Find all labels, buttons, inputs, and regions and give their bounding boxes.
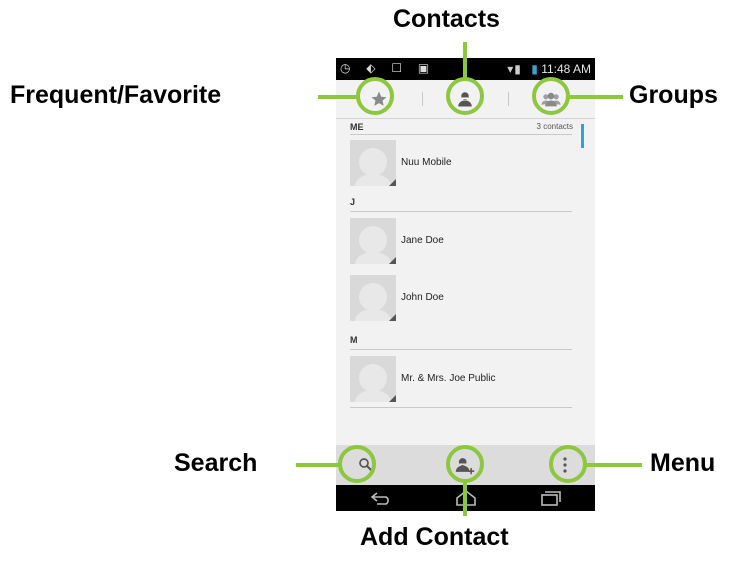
highlight-ring [549, 445, 587, 483]
recent-apps-button[interactable] [526, 485, 576, 511]
contacts-count: 3 contacts [536, 122, 573, 131]
contacts-list[interactable]: ME 3 contacts Nuu Mobile J Jane Doe John… [336, 119, 595, 444]
avatar [350, 140, 396, 186]
list-item[interactable]: Jane Doe [350, 218, 572, 268]
battery-icon: ▮ [531, 62, 538, 76]
section-header: M [350, 335, 358, 345]
signal-icon: ▾▮ [507, 62, 522, 76]
callout-contacts: Contacts [393, 5, 500, 33]
avatar [350, 275, 396, 321]
back-icon [370, 492, 389, 505]
contact-name: John Doe [401, 292, 444, 303]
list-item[interactable]: Nuu Mobile [350, 140, 572, 190]
list-item[interactable]: Mr. & Mrs. Joe Public [350, 356, 572, 406]
back-button[interactable] [356, 485, 406, 511]
callout-menu: Menu [650, 449, 716, 477]
connector-line [296, 463, 339, 467]
callout-search: Search [174, 449, 258, 477]
list-item[interactable]: John Doe [350, 275, 572, 325]
status-notification-icons: ◷ ⬖ ☐ ▣ [340, 61, 436, 75]
callout-groups: Groups [629, 81, 718, 109]
section-divider [350, 134, 572, 135]
highlight-ring [338, 445, 376, 483]
connector-line [586, 463, 642, 467]
recent-apps-icon [541, 491, 561, 506]
status-time: 11:48 AM [541, 62, 591, 76]
phone-screen: ◷ ⬖ ☐ ▣ ▾▮ ▮ 11:48 AM ME 3 contacts Nuu … [336, 58, 595, 511]
highlight-ring [446, 77, 484, 115]
section-divider [350, 211, 572, 212]
status-right: ▾▮ ▮ 11:48 AM [507, 62, 591, 76]
section-header: J [350, 197, 356, 207]
list-divider [350, 407, 572, 408]
contact-name: Mr. & Mrs. Joe Public [401, 373, 496, 384]
connector-line [569, 95, 623, 99]
connector-line [463, 482, 467, 516]
highlight-ring [532, 77, 570, 115]
section-header: ME [350, 122, 364, 132]
connector-line [463, 42, 467, 78]
scroll-indicator[interactable] [581, 124, 584, 148]
avatar [350, 356, 396, 402]
highlight-ring [356, 77, 394, 115]
callout-add-contact: Add Contact [360, 523, 509, 551]
avatar [350, 218, 396, 264]
callout-frequent-favorite: Frequent/Favorite [10, 81, 222, 109]
contact-name: Jane Doe [401, 235, 444, 246]
contact-name: Nuu Mobile [401, 157, 452, 168]
highlight-ring [446, 445, 484, 483]
connector-line [318, 95, 357, 99]
section-divider [350, 349, 572, 350]
